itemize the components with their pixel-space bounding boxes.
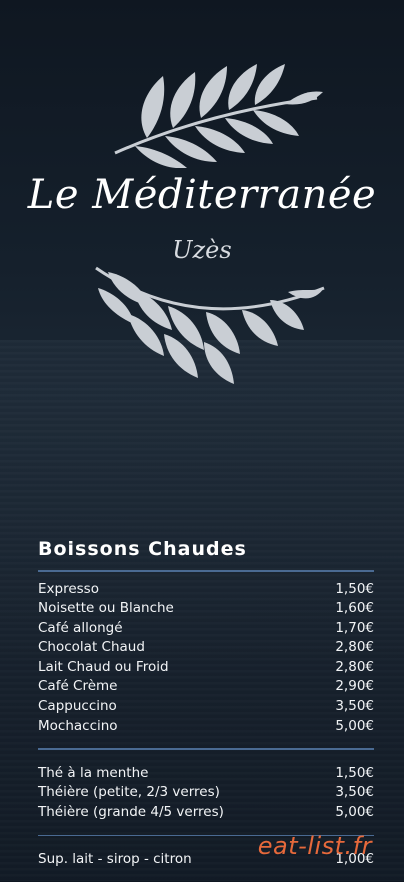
menu-item-price: 1,70€ bbox=[335, 619, 374, 636]
menu-item: Café Crème 2,90€ bbox=[38, 677, 374, 697]
menu-item-name: Théière (grande 4/5 verres) bbox=[38, 803, 224, 820]
menu-item-price: 1,60€ bbox=[335, 600, 374, 617]
menu-item-price: 2,80€ bbox=[335, 658, 374, 675]
menu-item-name: Café allongé bbox=[38, 619, 123, 636]
menu-item-name: Noisette ou Blanche bbox=[38, 600, 174, 617]
menu-item: Noisette ou Blanche 1,60€ bbox=[38, 599, 374, 619]
menu-group-coffee: Expresso 1,50€ Noisette ou Blanche 1,60€ C… bbox=[38, 580, 374, 737]
menu-item-name: Théière (petite, 2/3 verres) bbox=[38, 784, 220, 801]
menu-item-name: Sup. lait - sirop - citron bbox=[38, 851, 192, 868]
section-title: Boissons Chaudes bbox=[38, 538, 247, 560]
section-divider bbox=[38, 570, 374, 572]
olive-branch-icon bbox=[95, 266, 325, 384]
menu-item-name: Mochaccino bbox=[38, 717, 118, 734]
menu-item: Expresso 1,50€ bbox=[38, 580, 374, 600]
menu-item: Mochaccino 5,00€ bbox=[38, 717, 374, 737]
menu-item: Lait Chaud ou Froid 2,80€ bbox=[38, 658, 374, 678]
menu-item: Cappuccino 3,50€ bbox=[38, 697, 374, 717]
watermark: eat-list.fr bbox=[257, 832, 372, 860]
section-divider bbox=[38, 748, 374, 750]
menu-item-name: Lait Chaud ou Froid bbox=[38, 658, 169, 675]
menu-item: Chocolat Chaud 2,80€ bbox=[38, 638, 374, 658]
menu-item-name: Thé à la menthe bbox=[38, 764, 149, 781]
menu-item-price: 2,80€ bbox=[335, 639, 374, 656]
menu-item-price: 2,90€ bbox=[335, 678, 374, 695]
menu-item: Théière (petite, 2/3 verres) 3,50€ bbox=[38, 783, 374, 803]
menu-item-price: 5,00€ bbox=[335, 803, 374, 820]
menu-section: Boissons Chaudes Expresso 1,50€ Noisette … bbox=[38, 538, 374, 882]
restaurant-name: Le Méditerranée bbox=[27, 172, 377, 218]
olive-branch-icon bbox=[114, 64, 323, 168]
menu-item-price: 3,50€ bbox=[335, 698, 374, 715]
menu-item-name: Expresso bbox=[38, 580, 99, 597]
menu-item-name: Café Crème bbox=[38, 678, 118, 695]
menu-item: Thé à la menthe 1,50€ bbox=[38, 764, 374, 784]
menu-header: Le Méditerranée Uzès bbox=[0, 0, 404, 420]
menu-item-price: 1,50€ bbox=[335, 580, 374, 597]
menu-item-name: Chocolat Chaud bbox=[38, 639, 145, 656]
menu-item-price: 3,50€ bbox=[335, 784, 374, 801]
menu-item-name: Cappuccino bbox=[38, 698, 117, 715]
menu-item-price: 1,50€ bbox=[335, 764, 374, 781]
menu-item: Théière (grande 4/5 verres) 5,00€ bbox=[38, 803, 374, 823]
menu-item-price: 5,00€ bbox=[335, 717, 374, 734]
menu-group-tea: Thé à la menthe 1,50€ Théière (petite, 2/… bbox=[38, 764, 374, 823]
menu-item: Café allongé 1,70€ bbox=[38, 619, 374, 639]
